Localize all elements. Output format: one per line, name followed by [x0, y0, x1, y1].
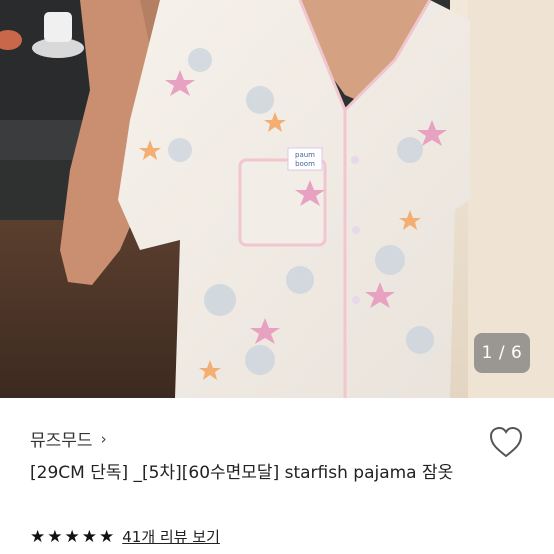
heart-outline-icon[interactable] — [488, 425, 524, 459]
gallery-page-indicator: 1 / 6 — [474, 333, 530, 373]
rating-stars: ★ ★ ★ ★ ★ — [30, 527, 114, 547]
star-icon: ★ — [30, 526, 46, 547]
svg-text:paum: paum — [295, 151, 315, 159]
brand-link[interactable]: 뮤즈무드 › — [30, 426, 107, 452]
rating-row: ★ ★ ★ ★ ★ 41개 리뷰 보기 — [30, 526, 220, 547]
product-info-panel: 뮤즈무드 › [29CM 단독] _[5차][60수면모달] starfish … — [0, 398, 554, 554]
star-icon: ★ — [47, 526, 63, 547]
star-icon: ★ — [99, 526, 115, 547]
brand-name: 뮤즈무드 — [30, 431, 93, 451]
reviews-link[interactable]: 41개 리뷰 보기 — [122, 526, 220, 547]
product-image[interactable]: paum boom 1 / 6 — [0, 0, 554, 398]
star-icon: ★ — [64, 526, 80, 547]
chevron-right-icon: › — [100, 429, 107, 448]
svg-text:boom: boom — [295, 160, 315, 168]
star-icon: ★ — [81, 526, 97, 547]
pajama-photo-illustration: paum boom — [0, 0, 554, 398]
product-title: [29CM 단독] _[5차][60수면모달] starfish pajama … — [30, 463, 454, 483]
